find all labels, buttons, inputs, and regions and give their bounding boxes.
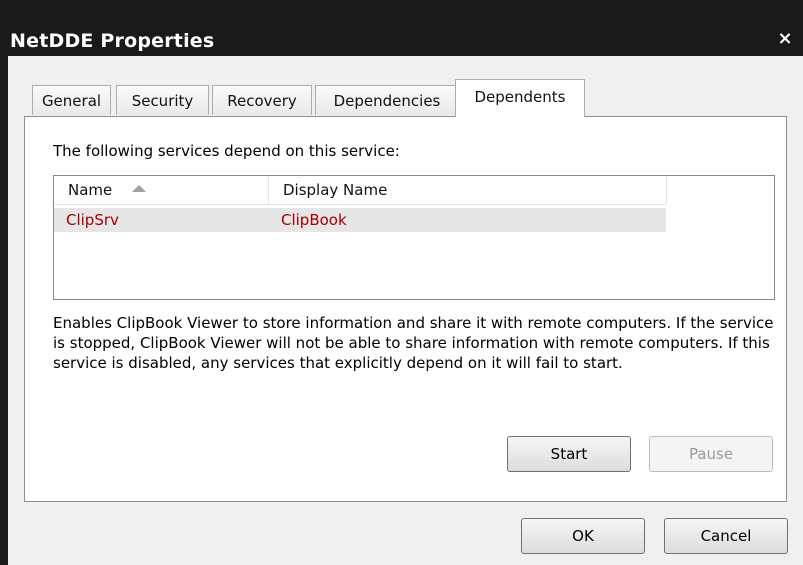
tab-dependents[interactable]: Dependents [455, 79, 585, 117]
tab-recovery[interactable]: Recovery [212, 85, 312, 115]
column-header-name[interactable]: Name [54, 176, 269, 204]
list-item-name: ClipSrv [66, 211, 119, 229]
start-button[interactable]: Start [507, 436, 631, 472]
close-icon[interactable]: × [775, 29, 795, 49]
list-item-display-name: ClipBook [281, 211, 347, 229]
title-bar: NetDDE Properties × [0, 0, 803, 56]
dependents-list[interactable]: Name Display Name ClipSrv ClipBook [53, 175, 775, 300]
tab-security[interactable]: Security [116, 85, 209, 115]
tab-dependencies[interactable]: Dependencies [315, 85, 459, 115]
dependents-intro-label: The following services depend on this se… [53, 142, 400, 160]
sort-ascending-icon [132, 185, 147, 192]
list-header: Name Display Name [54, 176, 667, 205]
service-description: Enables ClipBook Viewer to store informa… [53, 314, 774, 372]
column-header-name-label: Name [68, 181, 113, 199]
window-frame-left [0, 0, 8, 565]
properties-dialog: General Security Recovery Dependencies D… [8, 56, 803, 565]
dependents-panel: The following services depend on this se… [24, 116, 787, 502]
cancel-button[interactable]: Cancel [664, 518, 788, 554]
ok-button[interactable]: OK [521, 518, 645, 554]
tab-general[interactable]: General [32, 85, 111, 115]
list-item[interactable]: ClipSrv ClipBook [54, 208, 666, 232]
window-title: NetDDE Properties [10, 30, 215, 52]
column-header-display-name[interactable]: Display Name [269, 176, 667, 204]
pause-button[interactable]: Pause [649, 436, 773, 472]
